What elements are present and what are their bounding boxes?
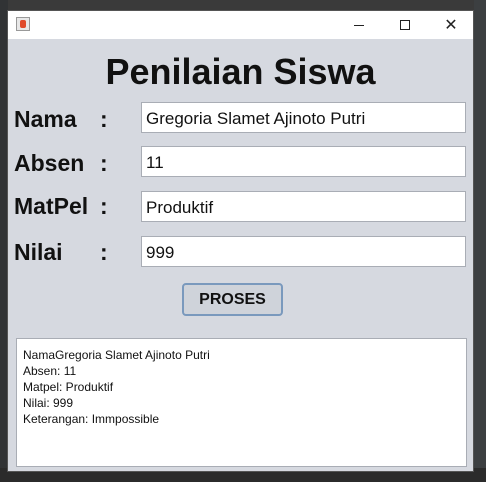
nilai-label: Nilai xyxy=(14,239,63,265)
proses-button[interactable]: PROSES xyxy=(182,283,283,316)
nilai-colon: : xyxy=(100,239,108,265)
nama-colon: : xyxy=(100,106,108,132)
matpel-label: MatPel xyxy=(14,193,89,219)
java-app-icon xyxy=(16,17,30,31)
nama-label: Nama xyxy=(14,106,77,132)
output-line-nilai: Nilai: 999 xyxy=(23,396,74,410)
page-title: Penilaian Siswa xyxy=(105,51,376,92)
output-line-keterangan: Keterangan: Immpossible xyxy=(23,412,160,426)
absen-label: Absen xyxy=(14,150,85,176)
matpel-input[interactable]: Produktif xyxy=(141,191,466,222)
minimize-icon xyxy=(354,24,364,26)
output-line-matpel: Matpel: Produktif xyxy=(23,380,114,394)
output-line-absen: Absen: 11 xyxy=(23,364,77,378)
matpel-colon: : xyxy=(100,193,108,219)
maximize-button[interactable] xyxy=(382,11,428,39)
close-button[interactable]: ✕ xyxy=(428,11,474,39)
absen-colon: : xyxy=(100,150,108,176)
app-window: ✕ Penilaian Siswa Nama : Gregoria Slamet… xyxy=(7,10,474,472)
background-ide-right xyxy=(474,0,486,482)
nilai-input[interactable]: 999 xyxy=(141,236,466,267)
absen-input[interactable]: 11 xyxy=(141,146,466,177)
title-bar[interactable]: ✕ xyxy=(8,11,473,39)
maximize-icon xyxy=(400,20,410,30)
minimize-button[interactable] xyxy=(336,11,382,39)
output-textarea[interactable]: NamaGregoria Slamet Ajinoto Putri Absen:… xyxy=(16,338,467,467)
nama-input[interactable]: Gregoria Slamet Ajinoto Putri xyxy=(141,102,466,133)
close-icon: ✕ xyxy=(444,15,458,34)
output-line-nama: NamaGregoria Slamet Ajinoto Putri xyxy=(23,348,210,362)
